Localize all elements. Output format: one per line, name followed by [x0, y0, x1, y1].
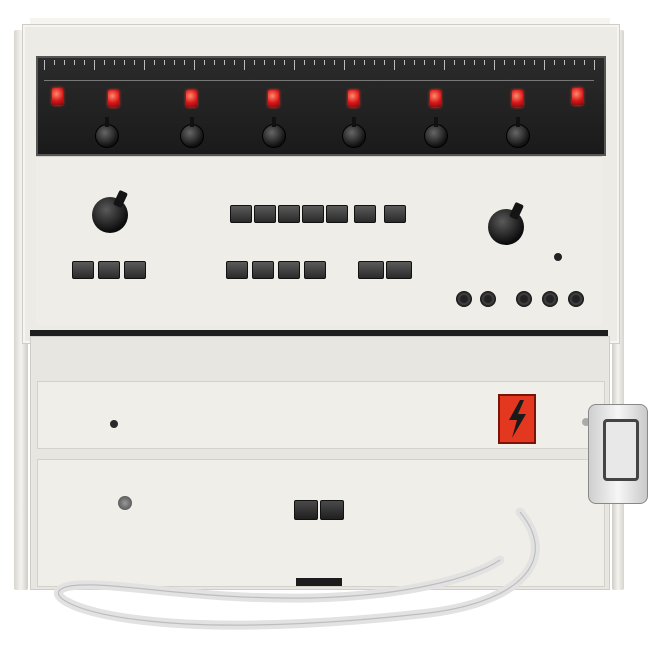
cable [53, 507, 540, 630]
cabinet-foot [296, 578, 342, 586]
